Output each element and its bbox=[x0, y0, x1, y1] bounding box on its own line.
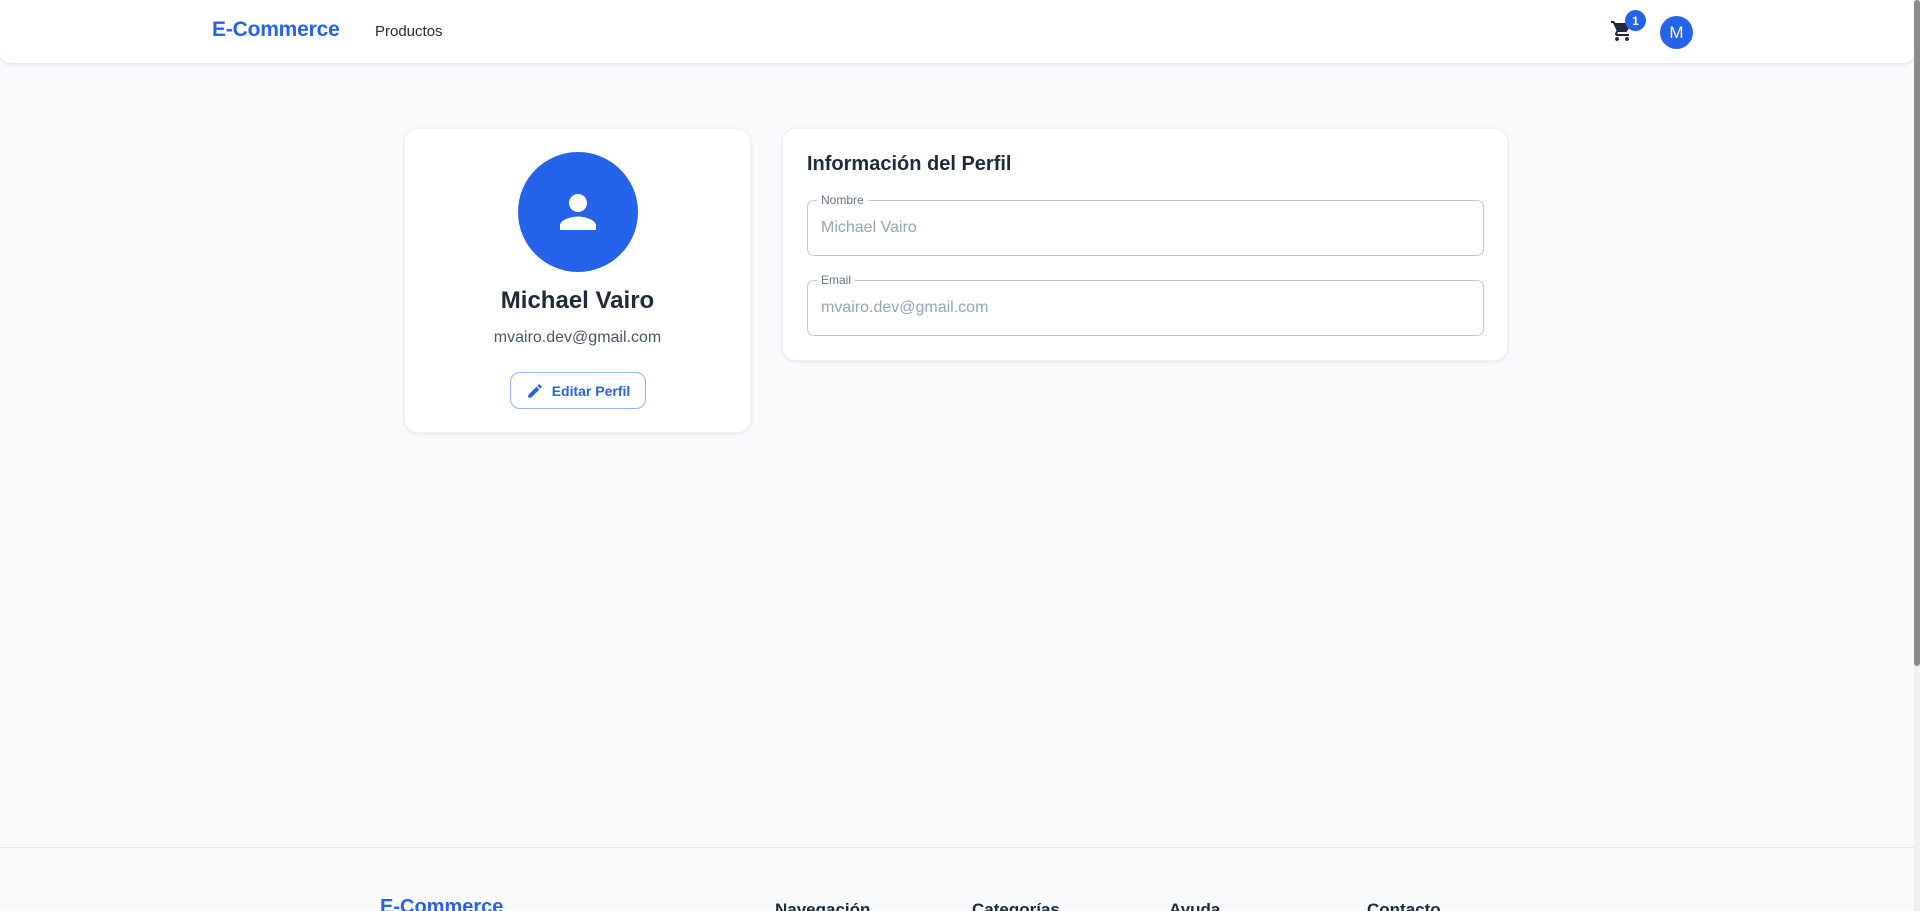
footer-heading-navegacion: Navegación bbox=[775, 900, 871, 911]
user-avatar-button[interactable]: M bbox=[1660, 16, 1693, 49]
name-input[interactable] bbox=[808, 201, 1483, 255]
scrollbar-track[interactable] bbox=[1914, 0, 1920, 911]
name-field: Nombre bbox=[807, 193, 1484, 256]
edit-profile-button[interactable]: Editar Perfil bbox=[510, 372, 646, 409]
email-field-label: Email bbox=[817, 273, 856, 287]
top-navbar: E-Commerce Productos 1 M bbox=[0, 0, 1914, 63]
pencil-icon bbox=[527, 383, 542, 398]
info-card-title: Información del Perfil bbox=[807, 153, 1012, 175]
footer-heading-categorias: Categorías bbox=[972, 900, 1060, 911]
brand-logo[interactable]: E-Commerce bbox=[212, 18, 340, 42]
footer-heading-contacto: Contacto bbox=[1367, 900, 1441, 911]
footer: E-Commerce Navegación Categorías Ayuda C… bbox=[0, 847, 1914, 911]
cart-count-badge: 1 bbox=[1625, 10, 1646, 31]
footer-brand[interactable]: E-Commerce bbox=[380, 896, 503, 911]
email-input[interactable] bbox=[808, 281, 1483, 335]
profile-info-card: Información del Perfil Nombre Email bbox=[782, 128, 1508, 361]
profile-email: mvairo.dev@gmail.com bbox=[493, 329, 662, 346]
person-icon bbox=[560, 194, 596, 230]
profile-summary-card: Michael Vairo mvairo.dev@gmail.com Edita… bbox=[404, 128, 751, 433]
page: E-Commerce Productos 1 M Michael Vairo m… bbox=[0, 0, 1920, 911]
name-field-label: Nombre bbox=[817, 193, 868, 207]
edit-profile-label: Editar Perfil bbox=[551, 382, 631, 399]
profile-avatar bbox=[518, 152, 638, 272]
profile-name: Michael Vairo bbox=[500, 287, 655, 314]
footer-heading-ayuda: Ayuda bbox=[1169, 900, 1221, 911]
nav-link-productos[interactable]: Productos bbox=[375, 23, 443, 40]
email-field: Email bbox=[807, 273, 1484, 336]
scrollbar-thumb[interactable] bbox=[1914, 0, 1920, 666]
